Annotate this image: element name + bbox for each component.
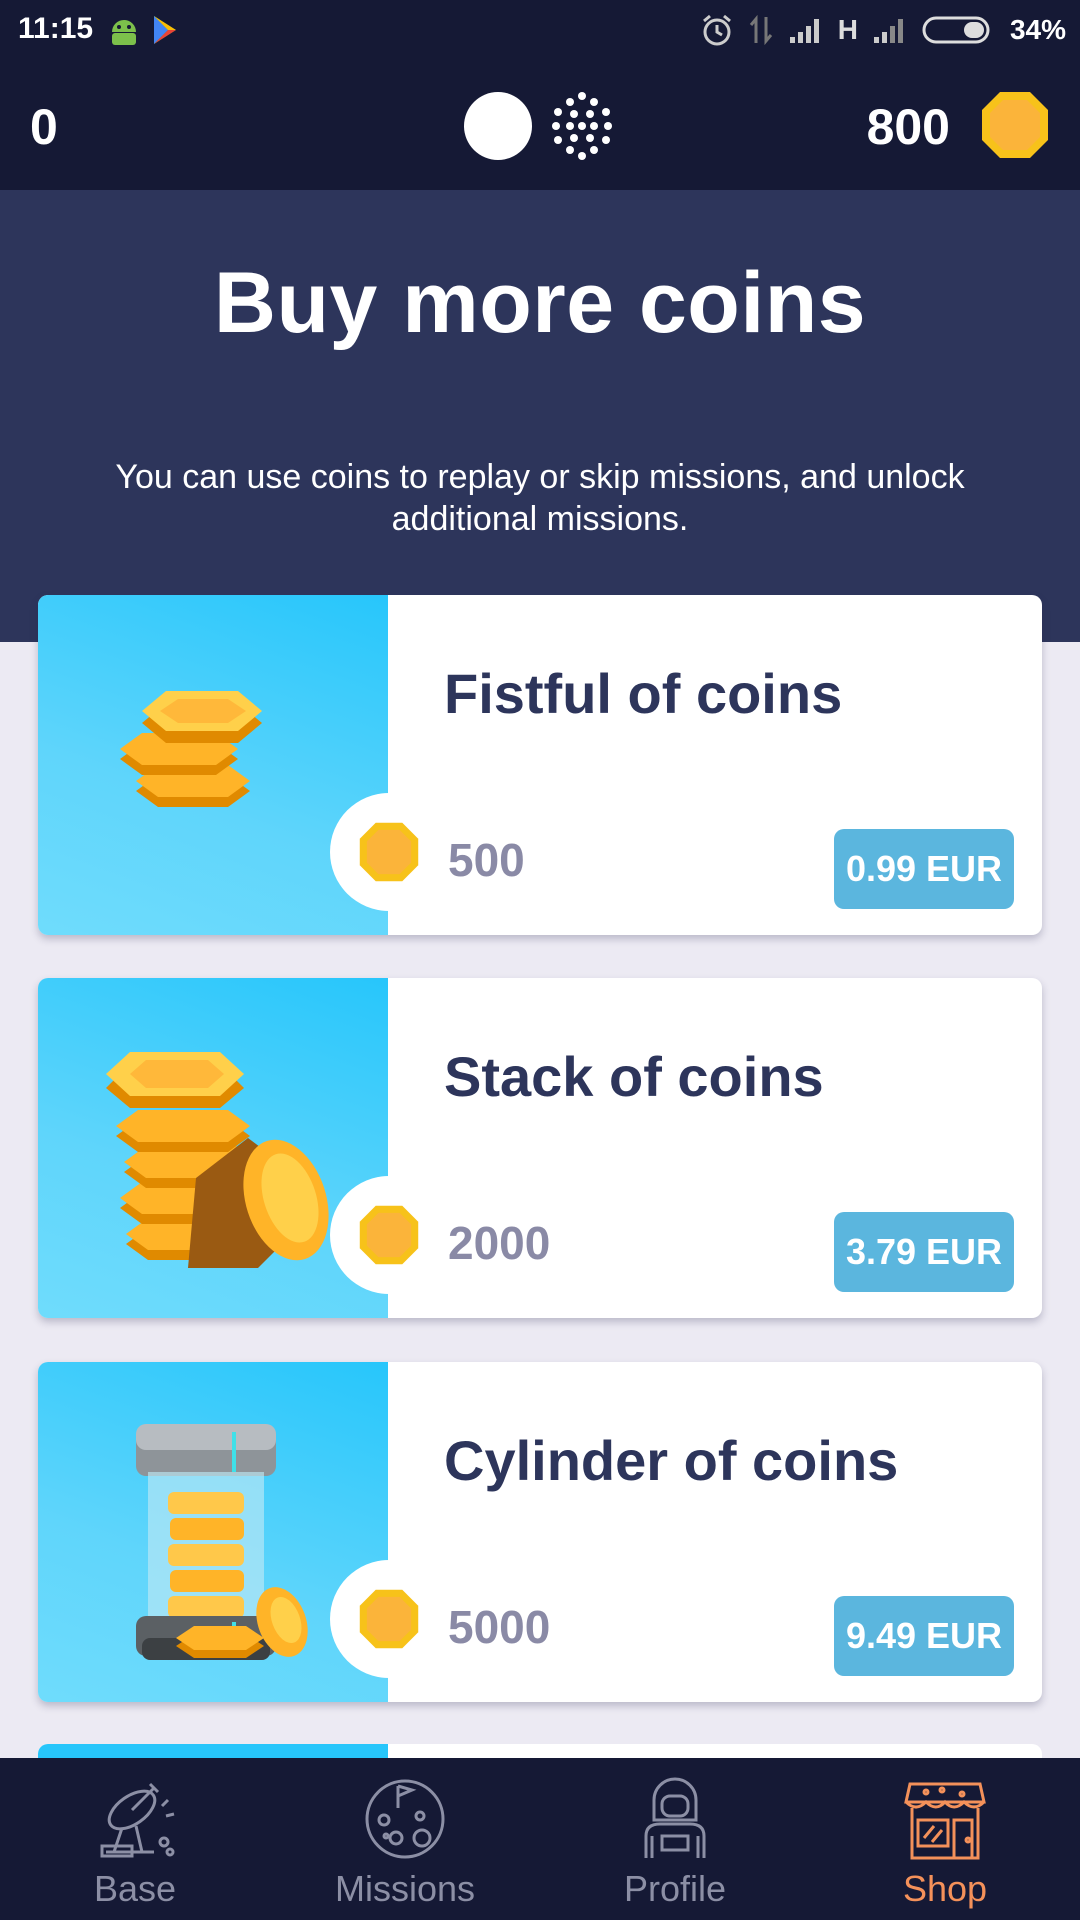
dots-cluster-icon [552, 92, 612, 160]
buy-button[interactable]: 0.99 EUR [834, 829, 1014, 909]
offer-art [38, 595, 388, 935]
play-store-icon [154, 16, 176, 44]
page-description: You can use coins to replay or skip miss… [115, 458, 965, 538]
coin-stack-icon [106, 1052, 329, 1268]
page-title: Buy more coins [213, 255, 867, 351]
satellite-dish-icon [100, 1782, 175, 1858]
offer-card[interactable]: Cylinder of coins 5000 9.49 EUR [38, 1362, 1042, 1702]
signal-icon [789, 19, 819, 43]
status-left-icons [110, 12, 190, 48]
data-transfer-icon [749, 14, 772, 46]
top-center-icons [462, 90, 622, 162]
nav-item-missions[interactable]: Missions [270, 1758, 540, 1920]
offer-card[interactable]: Fistful of coins 500 0.99 EUR [38, 595, 1042, 935]
network-type: H [837, 14, 858, 45]
offer-amount: 2000 [448, 1217, 551, 1269]
offer-art [38, 978, 388, 1318]
coin-icon [982, 92, 1048, 158]
alarm-icon [702, 14, 731, 46]
offer-title: Stack of coins [444, 1045, 824, 1108]
battery-icon [922, 16, 990, 44]
planet-flag-icon [365, 1779, 445, 1859]
top-bar: 0 800 [0, 60, 1080, 190]
offer-title: Cylinder of coins [444, 1429, 899, 1492]
coin-pile-icon [120, 691, 262, 807]
nav-label: Missions [334, 1868, 476, 1909]
status-right-group: H 34% [700, 10, 1066, 50]
signal-icon [873, 19, 903, 43]
offer-card[interactable]: Stack of coins 2000 3.79 EUR [38, 978, 1042, 1318]
astronaut-icon [644, 1777, 706, 1858]
offer-art [38, 1362, 388, 1702]
nav-label: Base [93, 1868, 177, 1909]
coin-cylinder-icon [136, 1424, 308, 1660]
moon-icon [464, 92, 532, 160]
coins-count: 800 [866, 99, 950, 155]
coin-icon [359, 822, 419, 882]
battery-percent: 34% [1009, 14, 1066, 45]
nav-item-profile[interactable]: Profile [540, 1758, 810, 1920]
nav-label: Shop [902, 1868, 988, 1909]
offer-title: Fistful of coins [444, 662, 843, 725]
shop-icon [904, 1782, 986, 1860]
coin-icon [359, 1589, 419, 1649]
status-bar: 11:15 H 34% [0, 0, 1080, 60]
offer-amount: 5000 [448, 1601, 551, 1653]
nav-label: Profile [623, 1868, 727, 1909]
coin-icon [359, 1205, 419, 1265]
header: Buy more coins You can use coins to repl… [0, 190, 1080, 642]
nav-item-base[interactable]: Base [0, 1758, 270, 1920]
bottom-nav: Base Missions Profile Shop [0, 1758, 1080, 1920]
offer-amount: 500 [448, 834, 525, 886]
score-count: 0 [30, 99, 58, 155]
status-time: 11:15 [18, 12, 94, 45]
buy-button[interactable]: 3.79 EUR [834, 1212, 1014, 1292]
nav-item-shop[interactable]: Shop [810, 1758, 1080, 1920]
buy-button[interactable]: 9.49 EUR [834, 1596, 1014, 1676]
android-icon [112, 20, 136, 45]
